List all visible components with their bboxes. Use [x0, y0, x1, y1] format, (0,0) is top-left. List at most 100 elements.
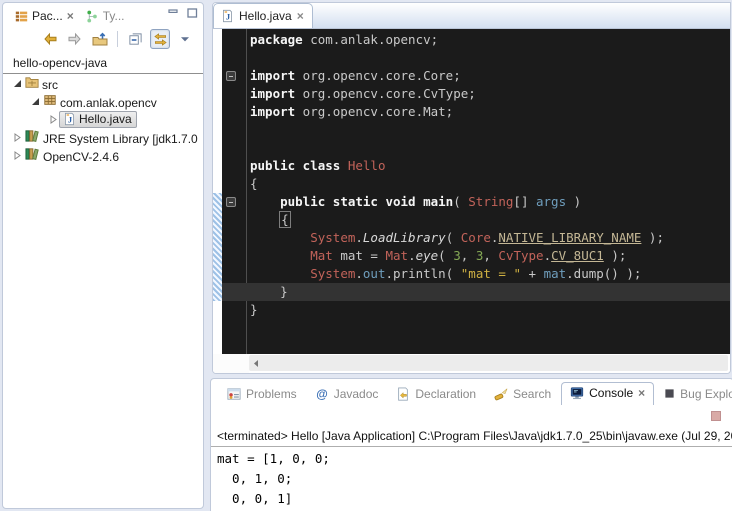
close-icon[interactable]: × [638, 386, 645, 400]
collapse-all-icon [128, 32, 143, 47]
editor-tab-hello-java[interactable]: J Hello.java × [213, 3, 313, 28]
console-area-tab-console[interactable]: Console × [561, 382, 654, 405]
code-line-16[interactable]: } [222, 301, 730, 319]
console-output[interactable]: mat = [1, 0, 0; 0, 1, 0; 0, 0, 1] [211, 447, 732, 509]
horizontal-scrollbar[interactable] [213, 354, 730, 373]
console-process-label: <terminated> Hello [Java Application] C:… [211, 427, 732, 447]
svg-text:J: J [226, 12, 231, 22]
annotation-ruler [213, 29, 222, 355]
tab-label: Javadoc [334, 387, 379, 401]
fold-collapse-icon[interactable] [226, 197, 236, 207]
tree-item-hello-java[interactable]: JHello.java [3, 110, 203, 128]
declaration-icon [396, 387, 410, 401]
tab-label: Console [589, 386, 633, 400]
package-explorer-icon [15, 10, 28, 23]
link-with-editor-button[interactable] [150, 29, 170, 49]
tab-label: Problems [246, 387, 297, 401]
javadoc-icon: @ [315, 387, 329, 401]
range-indicator [213, 193, 222, 301]
code-lines: package com.anlak.opencv; import org.open… [222, 31, 730, 319]
fold-collapse-icon[interactable] [226, 71, 236, 81]
package-icon [43, 93, 57, 107]
twistie-collapsed-icon[interactable] [11, 131, 23, 143]
minimize-icon[interactable] [168, 8, 179, 18]
code-line-10[interactable]: public static void main( String[] args ) [222, 193, 730, 211]
view-tab-label: Pac... [32, 9, 63, 23]
tree-item-opencv-2-4-6[interactable]: OpenCV-2.4.6 [3, 146, 203, 164]
console-area-tab-javadoc[interactable]: @ Javadoc [307, 384, 387, 404]
twistie-expanded-icon[interactable] [29, 95, 41, 107]
tree-item-label: Hello.java [79, 112, 132, 126]
maximize-icon[interactable] [187, 8, 198, 18]
up-folder-icon [92, 31, 108, 47]
package-explorer-toolbar [3, 27, 203, 51]
code-line-9[interactable]: { [222, 175, 730, 193]
view-menu-icon [180, 35, 190, 43]
link-with-editor-icon [153, 32, 168, 47]
code-line-13[interactable]: Mat mat = Mat.eye( 3, 3, CvType.CV_8UC1 … [222, 247, 730, 265]
toolbar-separator [117, 31, 118, 47]
scrollbar-track[interactable] [249, 355, 728, 371]
view-tab-pac[interactable]: Pac... × [9, 6, 80, 26]
console-area-tab-bug-explorer[interactable]: Bug Explorer [656, 384, 732, 404]
scroll-left-icon[interactable] [252, 359, 260, 368]
console-panel: Problems@JavadocDeclarationSearchConsole… [210, 378, 732, 511]
java-file-icon: J [221, 9, 234, 23]
java-file-icon: J [63, 112, 76, 126]
project-root-label[interactable]: hello-opencv-java [3, 55, 203, 74]
code-line-4[interactable]: import org.opencv.core.CvType; [222, 85, 730, 103]
close-icon[interactable]: × [67, 9, 74, 23]
code-line-3[interactable]: import org.opencv.core.Core; [222, 67, 730, 85]
tree-item-src[interactable]: src [3, 74, 203, 92]
code-line-1[interactable]: package com.anlak.opencv; [222, 31, 730, 49]
console-toolbar [211, 405, 732, 427]
package-explorer-tree: srccom.anlak.opencvJHello.javaJRE System… [3, 74, 203, 164]
console-area-tab-problems[interactable]: Problems [219, 384, 305, 404]
console-tabbar: Problems@JavadocDeclarationSearchConsole… [211, 379, 732, 405]
editor-dark-area: package com.anlak.opencv; import org.open… [222, 29, 730, 355]
code-line-11[interactable]: { [222, 211, 730, 229]
code-line-2[interactable] [222, 49, 730, 67]
svg-text:@: @ [316, 387, 328, 401]
up-folder-button[interactable] [90, 29, 110, 49]
editor-tab-label: Hello.java [239, 9, 292, 23]
forward-button[interactable] [65, 29, 85, 49]
close-icon[interactable]: × [297, 9, 304, 23]
selected-tree-item: JHello.java [59, 111, 137, 128]
twistie-collapsed-icon[interactable] [11, 149, 23, 161]
tree-item-jre-system-library-jdk1-7-0[interactable]: JRE System Library [jdk1.7.0 [3, 128, 203, 146]
tree-item-label: JRE System Library [jdk1.7.0 [43, 132, 198, 146]
twistie-collapsed-icon[interactable] [47, 113, 59, 125]
scrollbar-spacer [213, 354, 249, 373]
bug-icon [664, 388, 675, 399]
code-line-8[interactable]: public class Hello [222, 157, 730, 175]
view-tab-label: Ty... [103, 9, 125, 23]
console-icon [570, 386, 584, 400]
code-line-6[interactable] [222, 121, 730, 139]
console-output-line: 0, 0, 1] [217, 489, 732, 509]
view-tab-ty[interactable]: Ty... [80, 6, 131, 26]
code-editor[interactable]: package com.anlak.opencv; import org.open… [213, 29, 730, 355]
twistie-expanded-icon[interactable] [11, 77, 23, 89]
back-button[interactable] [40, 29, 60, 49]
view-menu-button[interactable] [175, 29, 195, 49]
tab-label: Declaration [415, 387, 476, 401]
console-output-line: mat = [1, 0, 0; [217, 449, 732, 469]
tree-item-label: src [42, 78, 58, 92]
code-line-7[interactable] [222, 139, 730, 157]
tab-label: Bug Explorer [680, 387, 732, 401]
code-line-15[interactable]: } [222, 283, 730, 301]
tree-item-com-anlak-opencv[interactable]: com.anlak.opencv [3, 92, 203, 110]
forward-icon [67, 31, 83, 47]
console-area-tab-search[interactable]: Search [486, 384, 559, 404]
terminate-icon[interactable] [711, 411, 721, 421]
code-line-5[interactable]: import org.opencv.core.Mat; [222, 103, 730, 121]
problems-icon [227, 387, 241, 401]
console-area-tab-declaration[interactable]: Declaration [388, 384, 484, 404]
code-line-12[interactable]: System.LoadLibrary( Core.NATIVE_LIBRARY_… [222, 229, 730, 247]
code-line-14[interactable]: System.out.println( "mat = " + mat.dump(… [222, 265, 730, 283]
library-icon [25, 146, 40, 161]
collapse-all-button[interactable] [125, 29, 145, 49]
library-icon [25, 128, 40, 143]
tree-item-label: com.anlak.opencv [60, 96, 157, 110]
